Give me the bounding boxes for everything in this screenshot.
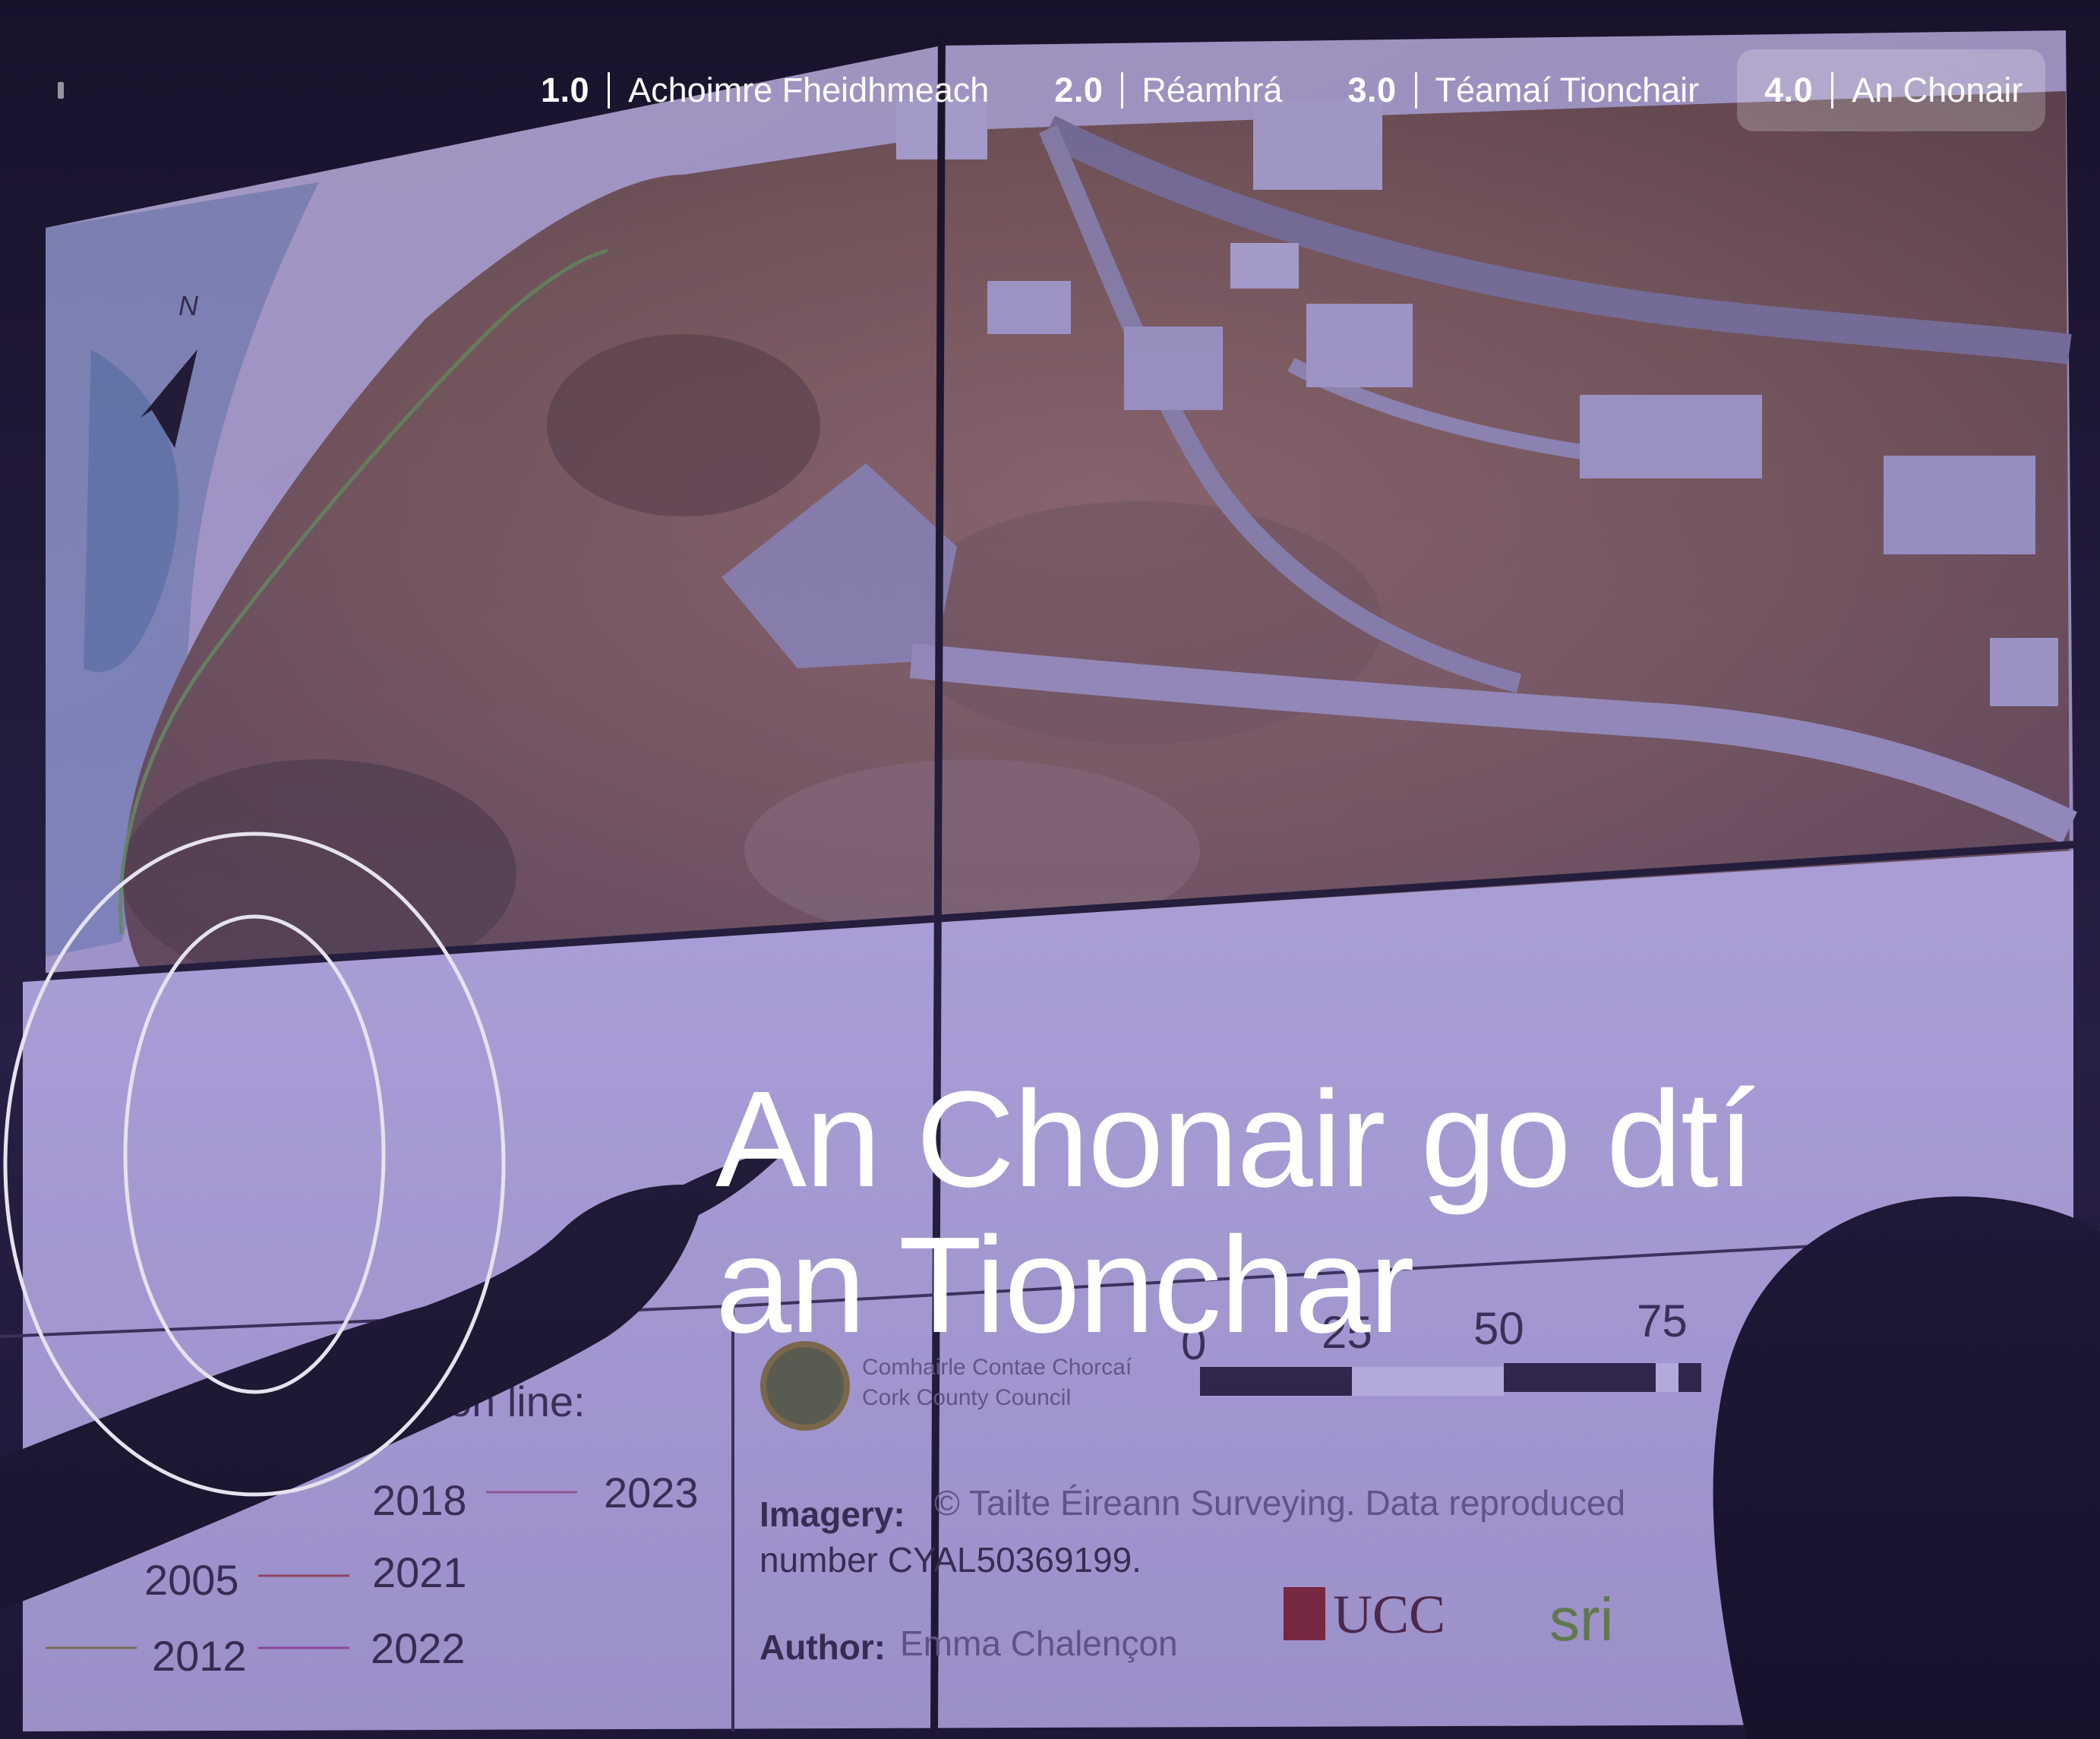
logo-ucc-text: UCC — [1333, 1584, 1445, 1645]
nav-item-teamai-tionchair[interactable]: 3.0 Téamaí Tionchair — [1320, 49, 1726, 131]
nav-divider — [1121, 72, 1124, 109]
section-navigation: 1.0 Achoimre Fheidhmeach 2.0 Réamhrá 3.0… — [0, 44, 2100, 137]
logo-sri-text: sri — [1549, 1586, 1613, 1653]
page-title: An Chonair go dtí an Tionchar — [715, 1067, 1946, 1359]
page-title-line-2: an Tionchar — [715, 1209, 1415, 1362]
nav-list: 1.0 Achoimre Fheidhmeach 2.0 Réamhrá 3.0… — [513, 44, 2056, 137]
legend-year-2012: 2012 — [152, 1632, 247, 1680]
nav-item-label: Réamhrá — [1142, 71, 1283, 109]
nav-item-number: 3.0 — [1347, 71, 1397, 109]
page-title-line-1: An Chonair go dtí — [715, 1063, 1755, 1216]
nav-item-number: 1.0 — [541, 71, 590, 109]
nav-item-label: Téamaí Tionchair — [1435, 71, 1700, 109]
nav-item-number: 4.0 — [1764, 71, 1814, 109]
author-label: Author: — [759, 1627, 886, 1667]
hero-section: N 0 25 50 75 on line: 2018 2023 2005 202… — [0, 0, 2100, 1739]
legend-year-2005: 2005 — [144, 1556, 239, 1604]
nav-item-number: 2.0 — [1054, 71, 1104, 109]
nav-item-achoimre-fheidhmeach[interactable]: 1.0 Achoimre Fheidhmeach — [513, 49, 1016, 131]
north-label: N — [178, 290, 199, 321]
nav-divider — [1414, 72, 1417, 109]
nav-item-reamhra[interactable]: 2.0 Réamhrá — [1027, 49, 1309, 131]
imagery-number: number CYAL50369199. — [759, 1540, 1142, 1580]
author-name: Emma Chalençon — [900, 1624, 1178, 1663]
nav-divider — [608, 72, 611, 109]
nav-item-label: Achoimre Fheidhmeach — [628, 71, 990, 109]
nav-item-label: An Chonair — [1852, 71, 2023, 109]
legend-year-2023: 2023 — [604, 1469, 699, 1516]
nav-indicator-icon — [58, 82, 64, 99]
legend-year-2021: 2021 — [372, 1548, 467, 1596]
nav-divider — [1831, 72, 1834, 109]
legend-year-2022: 2022 — [371, 1624, 466, 1672]
section-numeral-zero: 0 — [3, 832, 506, 1497]
imagery-label: Imagery: — [759, 1494, 905, 1534]
imagery-text: © Tailte Éireann Surveying. Data reprodu… — [934, 1483, 1625, 1523]
council-name-english: Cork County Council — [862, 1385, 1071, 1410]
nav-item-an-chonair[interactable]: 4.0 An Chonair — [1737, 49, 2046, 131]
